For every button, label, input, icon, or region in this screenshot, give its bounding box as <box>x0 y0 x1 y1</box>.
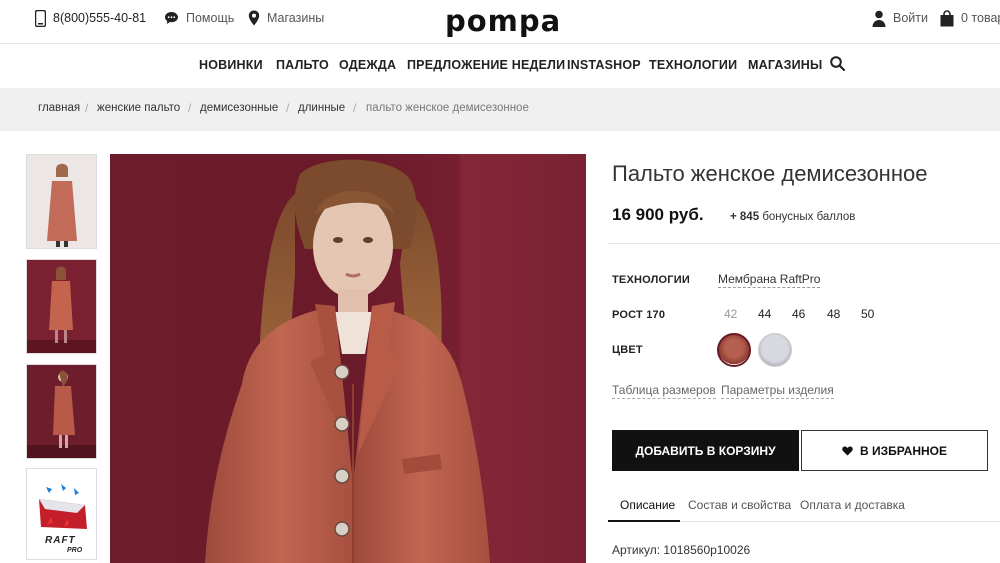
tab-description[interactable]: Описание <box>620 498 675 512</box>
color-swatch-grey[interactable] <box>758 333 792 367</box>
breadcrumb-long[interactable]: длинные <box>298 102 345 114</box>
color-swatch-terracotta[interactable] <box>717 333 751 367</box>
product-title: Пальто женское демисезонное <box>612 161 928 186</box>
thumbnail-2[interactable] <box>26 259 97 354</box>
heart-icon <box>842 446 853 455</box>
breadcrumb-womens-coats[interactable]: женские пальто <box>97 102 180 114</box>
product-params-link[interactable]: Параметры изделия <box>721 383 834 399</box>
nav-item-week-offer[interactable]: ПРЕДЛОЖЕНИЕ НЕДЕЛИ <box>407 58 565 72</box>
bonus-points: + 845 бонусных баллов <box>730 211 855 223</box>
size-option-48[interactable]: 48 <box>827 307 840 321</box>
breadcrumb-separator: / <box>188 101 192 115</box>
breadcrumb-separator: / <box>286 101 290 115</box>
phone-number: 8(800)555-40-81 <box>53 11 147 25</box>
thumbnail-3[interactable] <box>26 364 97 459</box>
user-icon <box>872 10 886 27</box>
phone-icon <box>35 9 46 27</box>
breadcrumb-current: пальто женское демисезонное <box>366 102 529 114</box>
shopping-bag-icon <box>940 9 954 26</box>
login-label: Войти <box>893 11 928 25</box>
tab-composition[interactable]: Состав и свойства <box>688 498 791 512</box>
thumbnail-2-image <box>27 260 96 353</box>
top-bar: 8(800)555-40-81 Помощь Магазины pompa Во… <box>0 0 1000 44</box>
height-label: РОСТ 170 <box>612 309 666 321</box>
size-option-44[interactable]: 44 <box>758 307 771 321</box>
add-to-cart-button[interactable]: ДОБАВИТЬ В КОРЗИНУ <box>612 430 799 471</box>
search-button[interactable] <box>830 56 846 76</box>
product-photo <box>110 154 586 563</box>
help-label: Помощь <box>186 11 235 25</box>
size-option-42: 42 <box>724 307 738 321</box>
raftpro-badge-sub: PRO <box>67 547 83 554</box>
nav-item-stores[interactable]: МАГАЗИНЫ <box>748 58 822 72</box>
product-tabs: Описание Состав и свойства Оплата и дост… <box>608 494 1000 522</box>
nav-item-instashop[interactable]: INSTASHOP <box>567 58 641 72</box>
article-number: Артикул: 1018560р10026 <box>612 543 751 557</box>
stores-link[interactable]: Магазины <box>248 9 324 27</box>
raftpro-logo <box>27 469 96 559</box>
breadcrumb-separator: / <box>353 101 357 115</box>
breadcrumb-demi-season[interactable]: демисезонные <box>200 102 278 114</box>
cart-label: 0 товаров <box>961 11 1000 25</box>
size-table-link[interactable]: Таблица размеров <box>612 383 716 399</box>
size-option-46[interactable]: 46 <box>792 307 805 321</box>
search-icon <box>830 56 846 72</box>
nav-item-clothing[interactable]: ОДЕЖДА <box>339 58 396 72</box>
thumbnail-3-image <box>27 365 96 458</box>
product-price: 16 900 руб. <box>612 205 704 224</box>
breadcrumb-separator: / <box>85 101 89 115</box>
color-label: ЦВЕТ <box>612 344 643 356</box>
breadcrumb-home[interactable]: главная <box>38 102 80 114</box>
stores-label: Магазины <box>267 11 325 25</box>
thumbnail-raftpro[interactable]: RAFT PRO <box>26 468 97 560</box>
raftpro-badge-text: RAFT <box>45 535 76 546</box>
bonus-amount: + 845 <box>730 211 760 223</box>
nav-item-technologies[interactable]: ТЕХНОЛОГИИ <box>649 58 737 72</box>
logo[interactable]: pompa <box>445 4 561 38</box>
phone-link[interactable]: 8(800)555-40-81 <box>35 9 146 27</box>
cart-link[interactable]: 0 товаров <box>940 9 1000 27</box>
add-to-favorites-label: В ИЗБРАННОЕ <box>859 443 948 458</box>
main-nav: НОВИНКИ ПАЛЬТО ОДЕЖДА ПРЕДЛОЖЕНИЕ НЕДЕЛИ… <box>0 45 1000 87</box>
bonus-label: бонусных баллов <box>762 211 856 223</box>
nav-item-coats[interactable]: ПАЛЬТО <box>276 58 329 72</box>
chat-icon <box>165 12 178 24</box>
add-to-favorites-button[interactable]: В ИЗБРАННОЕ <box>801 430 988 471</box>
size-option-50[interactable]: 50 <box>861 307 874 321</box>
active-tab-indicator <box>608 520 680 522</box>
map-pin-icon <box>248 10 260 26</box>
thumbnail-1-image <box>27 155 96 248</box>
technologies-label: ТЕХНОЛОГИИ <box>612 274 690 286</box>
nav-item-new[interactable]: НОВИНКИ <box>199 58 263 72</box>
product-main-image[interactable] <box>110 154 586 563</box>
login-link[interactable]: Войти <box>872 9 928 27</box>
technology-link[interactable]: Мембрана RaftPro <box>718 272 821 288</box>
thumbnail-1[interactable] <box>26 154 97 249</box>
divider <box>608 243 1000 244</box>
breadcrumb: главная / женские пальто / демисезонные … <box>0 88 1000 131</box>
help-link[interactable]: Помощь <box>164 9 234 27</box>
tab-payment-delivery[interactable]: Оплата и доставка <box>800 498 905 512</box>
